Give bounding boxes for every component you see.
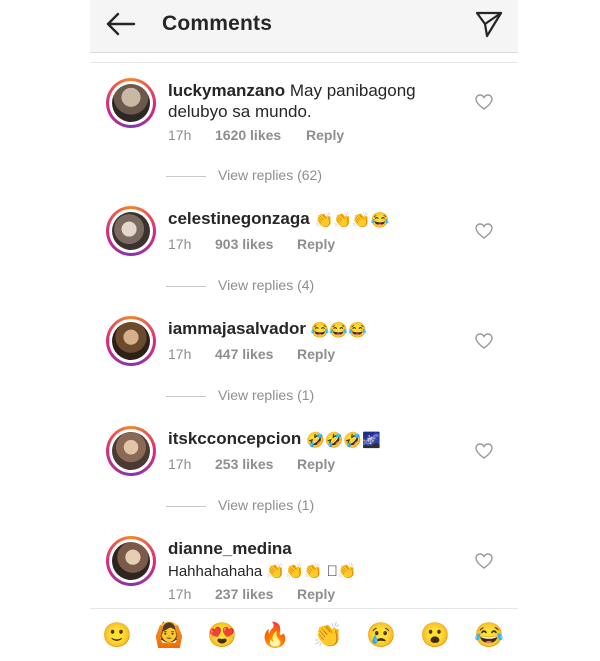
- comment-likes[interactable]: 253 likes: [215, 456, 273, 472]
- comment-likes[interactable]: 903 likes: [215, 236, 273, 252]
- comment-username[interactable]: dianne_medina: [168, 539, 292, 558]
- header-divider: [90, 62, 518, 63]
- reply-button[interactable]: Reply: [297, 346, 335, 362]
- comment-time: 17h: [168, 586, 192, 602]
- reply-button[interactable]: Reply: [297, 236, 335, 252]
- comment-username[interactable]: luckymanzano: [168, 81, 285, 100]
- heart-eyes-emoji-button[interactable]: 😍: [207, 621, 237, 651]
- reply-button[interactable]: Reply: [306, 127, 344, 143]
- view-replies-label: View replies (1): [218, 387, 315, 403]
- comment-body: 👏👏👏😂: [314, 212, 390, 229]
- comment-text: dianne_medina Hahhahahaha 👏👏👏 🏻👏: [168, 538, 438, 581]
- replies-divider-line: [166, 506, 206, 507]
- comment-text: luckymanzano May panibagong delubyo sa m…: [168, 80, 438, 122]
- replies-divider-line: [166, 286, 206, 287]
- view-replies-label: View replies (1): [218, 497, 315, 513]
- comment-body: 😂😂😂: [310, 322, 367, 339]
- page-title: Comments: [162, 12, 273, 35]
- comment-likes[interactable]: 237 likes: [215, 586, 273, 602]
- crying-emoji-button[interactable]: 😢: [366, 621, 396, 651]
- comment-body: Hahhahahaha 👏👏👏 🏻👏: [168, 563, 357, 580]
- heart-icon[interactable]: [475, 223, 493, 239]
- comment-text: iammajasalvador 😂😂😂: [168, 318, 438, 340]
- fire-emoji-button[interactable]: 🔥: [260, 621, 290, 651]
- slightly-smiling-emoji-button[interactable]: 🙂: [102, 621, 132, 651]
- surprised-emoji-button[interactable]: 😮: [420, 621, 450, 651]
- comment-likes[interactable]: 447 likes: [215, 346, 273, 362]
- view-replies-label: View replies (4): [218, 277, 315, 293]
- comment-username[interactable]: celestinegonzaga: [168, 209, 310, 228]
- clapping-hands-emoji-button[interactable]: 👏: [313, 621, 343, 651]
- comment-text: celestinegonzaga 👏👏👏😂: [168, 208, 438, 230]
- avatar[interactable]: [106, 206, 156, 256]
- tears-of-joy-emoji-button[interactable]: 😂: [474, 621, 504, 651]
- avatar[interactable]: [106, 536, 156, 586]
- person-gesturing-ok-emoji-button[interactable]: 🙆: [154, 621, 184, 651]
- heart-icon[interactable]: [475, 94, 493, 110]
- avatar[interactable]: [106, 426, 156, 476]
- emoji-quick-bar: 🙂 🙆 😍 🔥 👏 😢 😮 😂: [90, 608, 518, 661]
- comment-time: 17h: [168, 127, 192, 143]
- arrow-left-icon[interactable]: [104, 10, 136, 38]
- comment-time: 17h: [168, 346, 192, 362]
- header-bar: Comments: [90, 0, 518, 53]
- comment-likes[interactable]: 1620 likes: [215, 127, 281, 143]
- replies-divider-line: [166, 396, 206, 397]
- heart-icon[interactable]: [475, 553, 493, 569]
- reply-button[interactable]: Reply: [297, 586, 335, 602]
- comments-screen: Comments luckymanzano May panibagong del…: [90, 0, 518, 661]
- comment-text: itskcconcepcion 🤣🤣🤣🌌: [168, 428, 438, 450]
- comment-time: 17h: [168, 456, 192, 472]
- direct-send-icon[interactable]: [474, 9, 504, 39]
- reply-button[interactable]: Reply: [297, 456, 335, 472]
- heart-icon[interactable]: [475, 333, 493, 349]
- comment-body: 🤣🤣🤣🌌: [305, 432, 381, 449]
- comment-username[interactable]: iammajasalvador: [168, 319, 306, 338]
- replies-divider-line: [166, 176, 206, 177]
- comment-time: 17h: [168, 236, 192, 252]
- comment-username[interactable]: itskcconcepcion: [168, 429, 301, 448]
- avatar[interactable]: [106, 78, 156, 128]
- avatar[interactable]: [106, 316, 156, 366]
- heart-icon[interactable]: [475, 443, 493, 459]
- view-replies-label: View replies (62): [218, 167, 323, 183]
